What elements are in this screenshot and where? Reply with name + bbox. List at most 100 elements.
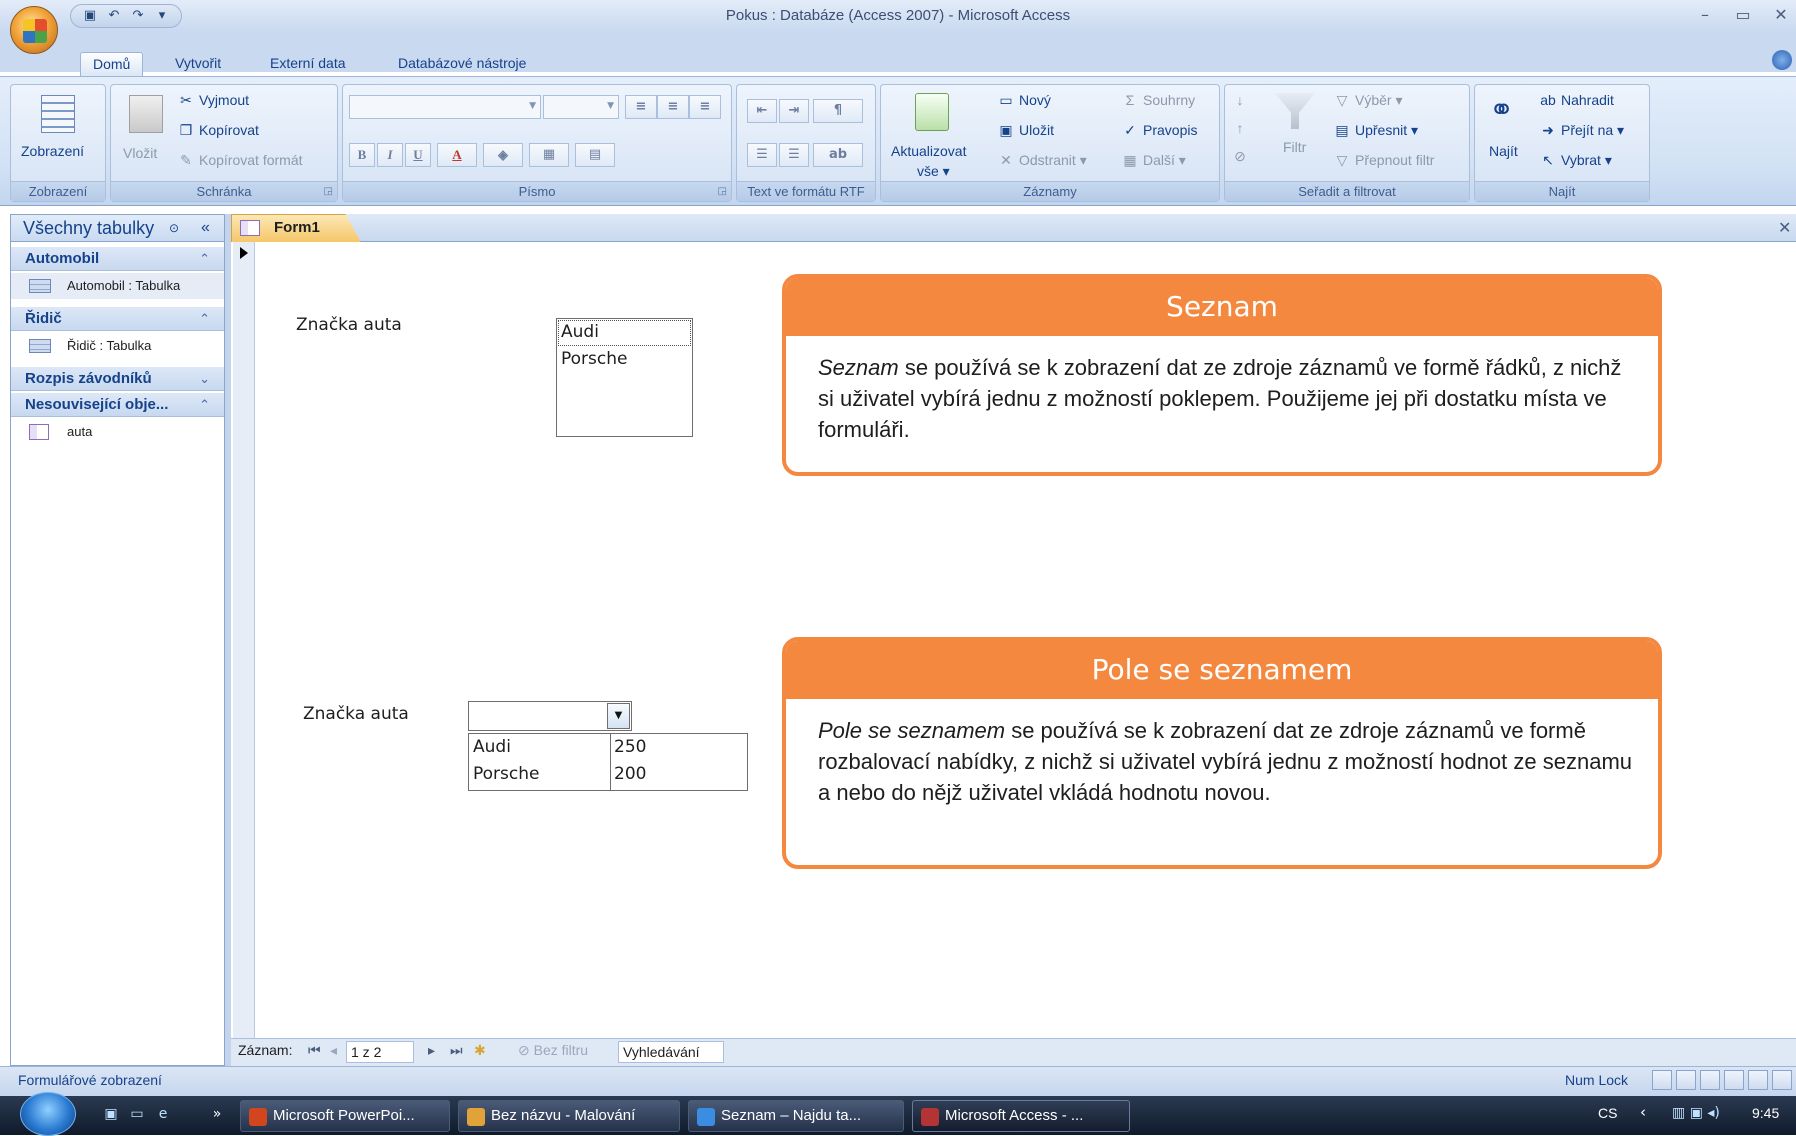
- decrease-indent-button[interactable]: ⇤: [747, 99, 777, 123]
- restore-button[interactable]: ▭: [1728, 4, 1758, 26]
- search-input[interactable]: Vyhledávání: [618, 1041, 724, 1063]
- pane-splitter[interactable]: [225, 214, 231, 1066]
- alt-fill-button[interactable]: ▤: [575, 143, 615, 167]
- toggle-filter-button[interactable]: ▽ Přepnout filtr: [1333, 151, 1435, 169]
- minimize-button[interactable]: –: [1690, 4, 1720, 26]
- help-icon[interactable]: [1772, 50, 1792, 70]
- delete-record-button[interactable]: ✕ Odstranit ▾: [997, 151, 1087, 169]
- bullets-button[interactable]: ☰: [779, 143, 809, 167]
- paragraph-button[interactable]: ¶: [813, 99, 863, 123]
- close-document-icon[interactable]: ✕: [1778, 218, 1791, 237]
- gridlines-button[interactable]: ▦: [529, 143, 569, 167]
- selection-button[interactable]: ▽ Výběr ▾: [1333, 91, 1403, 109]
- font-size-combo[interactable]: ▼: [543, 95, 619, 119]
- save-icon[interactable]: ▣: [81, 8, 99, 24]
- show-desktop-icon[interactable]: ▣: [100, 1106, 122, 1126]
- next-record-icon[interactable]: ▸: [428, 1042, 435, 1059]
- first-record-icon[interactable]: ⏮: [308, 1042, 321, 1059]
- new-record-icon[interactable]: ✱: [474, 1042, 486, 1059]
- taskbar-paint[interactable]: Bez názvu - Malování: [458, 1100, 680, 1132]
- refresh-all-dropdown[interactable]: vše ▾: [917, 163, 950, 180]
- close-button[interactable]: ✕: [1766, 4, 1796, 26]
- align-center-button[interactable]: ≡: [657, 95, 689, 119]
- combo-row-value[interactable]: 250: [614, 737, 646, 757]
- select-button[interactable]: ↖ Vybrat ▾: [1539, 151, 1612, 169]
- font-color-button[interactable]: A: [437, 143, 477, 167]
- nav-section-nesouvisejici[interactable]: Nesouvisející obje... ⌃: [11, 393, 224, 417]
- combo-row-value[interactable]: 200: [614, 764, 646, 784]
- bold-button[interactable]: B: [349, 143, 375, 167]
- nav-section-rozpis[interactable]: Rozpis závodníků ⌄: [11, 367, 224, 391]
- dialog-launcher-icon[interactable]: ◲: [324, 186, 333, 197]
- nav-section-automobil[interactable]: Automobil ⌃: [11, 247, 224, 271]
- layout-view-button[interactable]: [1748, 1070, 1768, 1090]
- pivot-chart-view-button[interactable]: [1724, 1070, 1744, 1090]
- design-view-button[interactable]: [1772, 1070, 1792, 1090]
- align-left-button[interactable]: ≡: [625, 95, 657, 119]
- sort-ascending-button[interactable]: ↓: [1231, 91, 1249, 109]
- replace-button[interactable]: ab Nahradit: [1539, 91, 1614, 109]
- customize-icon[interactable]: ▾: [153, 8, 171, 24]
- more-button[interactable]: ▦ Další ▾: [1121, 151, 1185, 169]
- nav-section-ridic[interactable]: Řidič ⌃: [11, 307, 224, 331]
- totals-button[interactable]: Σ Souhrny: [1121, 91, 1195, 109]
- collapse-pane-icon[interactable]: «: [201, 215, 210, 241]
- refresh-all-button[interactable]: Aktualizovat: [891, 143, 966, 159]
- spelling-button[interactable]: ✓ Pravopis: [1121, 121, 1197, 139]
- clear-sort-button[interactable]: ⊘: [1231, 147, 1249, 165]
- chevron-down-icon[interactable]: ⊙: [169, 215, 179, 241]
- dialog-launcher-icon[interactable]: ◲: [718, 186, 727, 197]
- combo-row-name[interactable]: Audi: [473, 737, 511, 757]
- underline-button[interactable]: U: [405, 143, 431, 167]
- save-record-button[interactable]: ▣ Uložit: [997, 121, 1054, 139]
- italic-button[interactable]: I: [377, 143, 403, 167]
- clock[interactable]: 9:45: [1752, 1105, 1779, 1121]
- find-button[interactable]: Najít: [1489, 143, 1518, 159]
- pivot-table-view-button[interactable]: [1700, 1070, 1720, 1090]
- show-hidden-icons-icon[interactable]: ‹: [1640, 1103, 1646, 1121]
- list-item[interactable]: Audi: [561, 322, 599, 342]
- nav-item-auta[interactable]: auta: [11, 419, 224, 445]
- start-button[interactable]: [20, 1092, 76, 1136]
- increase-indent-button[interactable]: ⇥: [779, 99, 809, 123]
- language-indicator[interactable]: CS: [1598, 1105, 1617, 1121]
- tab-databazove-nastroje[interactable]: Databázové nástroje: [386, 52, 538, 76]
- office-button[interactable]: [10, 6, 58, 54]
- cut-button[interactable]: ✂ Vyjmout: [177, 91, 249, 109]
- font-name-combo[interactable]: ▼: [349, 95, 541, 119]
- undo-icon[interactable]: ↶: [105, 8, 123, 24]
- align-right-button[interactable]: ≡: [689, 95, 721, 119]
- taskbar-access[interactable]: Microsoft Access - ...: [912, 1100, 1130, 1132]
- datasheet-view-button[interactable]: [1676, 1070, 1696, 1090]
- goto-button[interactable]: ➜ Přejít na ▾: [1539, 121, 1624, 139]
- sort-descending-button[interactable]: ↑: [1231, 119, 1249, 137]
- taskbar-browser[interactable]: Seznam – Najdu ta...: [688, 1100, 904, 1132]
- taskbar-powerpoint[interactable]: Microsoft PowerPoi...: [240, 1100, 450, 1132]
- tray-icons[interactable]: ▥ ▣ ◂): [1672, 1105, 1720, 1121]
- advanced-filter-button[interactable]: ▤ Upřesnit ▾: [1333, 121, 1418, 139]
- tab-vytvorit[interactable]: Vytvořit: [163, 52, 233, 76]
- fill-color-button[interactable]: ◈: [483, 143, 523, 167]
- car-brand-listbox[interactable]: Audi Porsche: [556, 318, 693, 437]
- record-position-input[interactable]: 1 z 2: [346, 1041, 414, 1063]
- paste-button[interactable]: Vložit: [123, 145, 157, 161]
- combo-row-name[interactable]: Porsche: [473, 764, 539, 784]
- copy-button[interactable]: ❐ Kopírovat: [177, 121, 259, 139]
- numbering-button[interactable]: ☰: [747, 143, 777, 167]
- redo-icon[interactable]: ↷: [129, 8, 147, 24]
- combo-dropdown-button[interactable]: ▼: [607, 703, 630, 729]
- form-view-button[interactable]: [1652, 1070, 1672, 1090]
- nav-item-automobil-tabulka[interactable]: Automobil : Tabulka: [11, 273, 224, 299]
- document-tab-form1[interactable]: Form1: [231, 214, 361, 242]
- format-painter-button[interactable]: ✎ Kopírovat formát: [177, 151, 302, 169]
- switch-windows-icon[interactable]: ▭: [126, 1106, 148, 1126]
- nav-item-ridic-tabulka[interactable]: Řidič : Tabulka: [11, 333, 224, 359]
- view-button[interactable]: Zobrazení: [21, 143, 84, 159]
- prev-record-icon[interactable]: ◂: [330, 1042, 337, 1059]
- new-record-button[interactable]: ▭ Nový: [997, 91, 1051, 109]
- highlight-button[interactable]: ab: [813, 143, 863, 167]
- filter-status[interactable]: ⊘ Bez filtru: [518, 1042, 588, 1059]
- tab-externi-data[interactable]: Externí data: [258, 52, 358, 76]
- filter-button[interactable]: Filtr: [1283, 139, 1306, 155]
- record-selector[interactable]: [233, 242, 255, 1038]
